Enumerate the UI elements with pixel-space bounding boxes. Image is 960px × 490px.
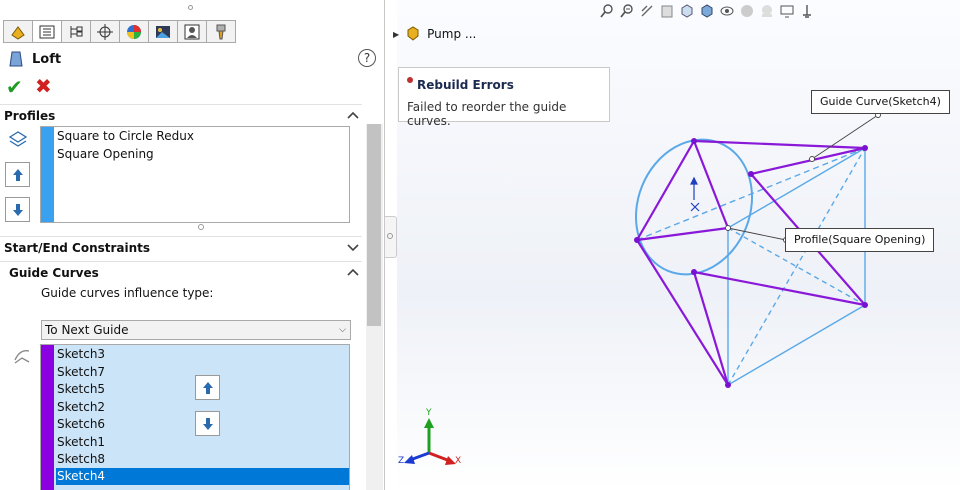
list-item[interactable]: Square Opening [56, 146, 349, 163]
loft-icon [9, 51, 23, 67]
tab-appearance[interactable] [148, 20, 178, 43]
tab-dimxpert[interactable] [90, 20, 120, 43]
arrow-up-icon [12, 168, 23, 181]
tab-display-manager[interactable] [119, 20, 149, 43]
influence-type-label: Guide curves influence type: [41, 286, 214, 300]
guide-curves-color-bar [41, 345, 54, 490]
axis-x-label: X [455, 456, 462, 466]
separator [0, 261, 362, 262]
tab-cam[interactable] [206, 20, 236, 43]
chevron-up-icon[interactable] [346, 267, 360, 277]
origin-marker [690, 176, 700, 212]
arrow-down-icon [12, 203, 23, 216]
separator [0, 236, 362, 237]
influence-type-value: To Next Guide [45, 323, 129, 337]
guide-move-down-button[interactable] [195, 411, 220, 436]
manager-tabs [3, 20, 236, 43]
guide-curve-selection-icon [14, 350, 30, 364]
move-down-button[interactable] [5, 197, 30, 222]
axis-z-label: Z [398, 456, 405, 466]
guide-curves-header[interactable]: Guide Curves [9, 266, 99, 280]
tab-user[interactable] [177, 20, 207, 43]
profiles-color-bar [41, 127, 54, 222]
profile-selection-icon [8, 131, 28, 147]
arrow-up-icon [202, 381, 213, 394]
panel-collapse-handle[interactable] [385, 216, 397, 258]
list-resize-handle[interactable] [198, 224, 204, 230]
arrow-down-icon [202, 417, 213, 430]
help-button[interactable]: ? [358, 49, 376, 67]
user-icon [184, 24, 200, 39]
chevron-down-icon: ⌵ [339, 325, 346, 335]
panel-grip[interactable] [188, 5, 193, 10]
list-item[interactable]: Sketch8 [56, 451, 349, 468]
guide-curves[interactable] [636, 139, 866, 386]
list-item[interactable]: Square to Circle Redux [56, 128, 349, 145]
property-manager-panel: Loft ? ✔ ✖ Profiles Square to Circle Red… [0, 0, 385, 490]
chevron-up-icon[interactable] [346, 110, 360, 120]
property-manager-icon [39, 25, 55, 38]
tab-feature-manager[interactable] [3, 20, 33, 43]
chevron-down-icon[interactable] [346, 242, 360, 252]
feature-title: Loft [8, 50, 61, 68]
feature-title-text: Loft [32, 51, 62, 67]
panel-scrollbar-thumb[interactable] [367, 124, 381, 326]
ok-button[interactable]: ✔ [6, 75, 23, 99]
profiles-header[interactable]: Profiles [4, 109, 55, 123]
separator [0, 104, 362, 105]
axis-y-label: Y [426, 408, 432, 418]
start-end-constraints-header[interactable]: Start/End Constraints [4, 241, 150, 255]
configuration-manager-icon [70, 25, 83, 38]
tab-configuration-manager[interactable] [61, 20, 91, 43]
list-item-selected[interactable]: Sketch4 [56, 468, 349, 485]
tab-property-manager[interactable] [32, 20, 62, 43]
profile-callout[interactable]: Profile(Square Opening) [785, 228, 935, 252]
crosshair-icon [97, 23, 113, 40]
guide-move-up-button[interactable] [195, 375, 220, 400]
feature-manager-icon [11, 25, 25, 40]
list-item[interactable]: Sketch3 [56, 346, 349, 363]
scene-icon [156, 25, 170, 38]
guide-curve-callout[interactable]: Guide Curve(Sketch4) [811, 90, 950, 114]
cancel-button[interactable]: ✖ [35, 74, 52, 98]
drill-icon [216, 24, 226, 39]
influence-type-select[interactable]: To Next Guide ⌵ [41, 320, 351, 340]
profiles-list[interactable]: Square to Circle Redux Square Opening [40, 126, 350, 223]
profile-circle[interactable] [616, 122, 772, 292]
list-item[interactable]: Sketch1 [56, 434, 349, 451]
guide-points [634, 138, 868, 388]
reference-triad: Y X Z [398, 408, 468, 470]
color-wheel-icon [127, 24, 141, 39]
move-up-button[interactable] [5, 162, 30, 187]
